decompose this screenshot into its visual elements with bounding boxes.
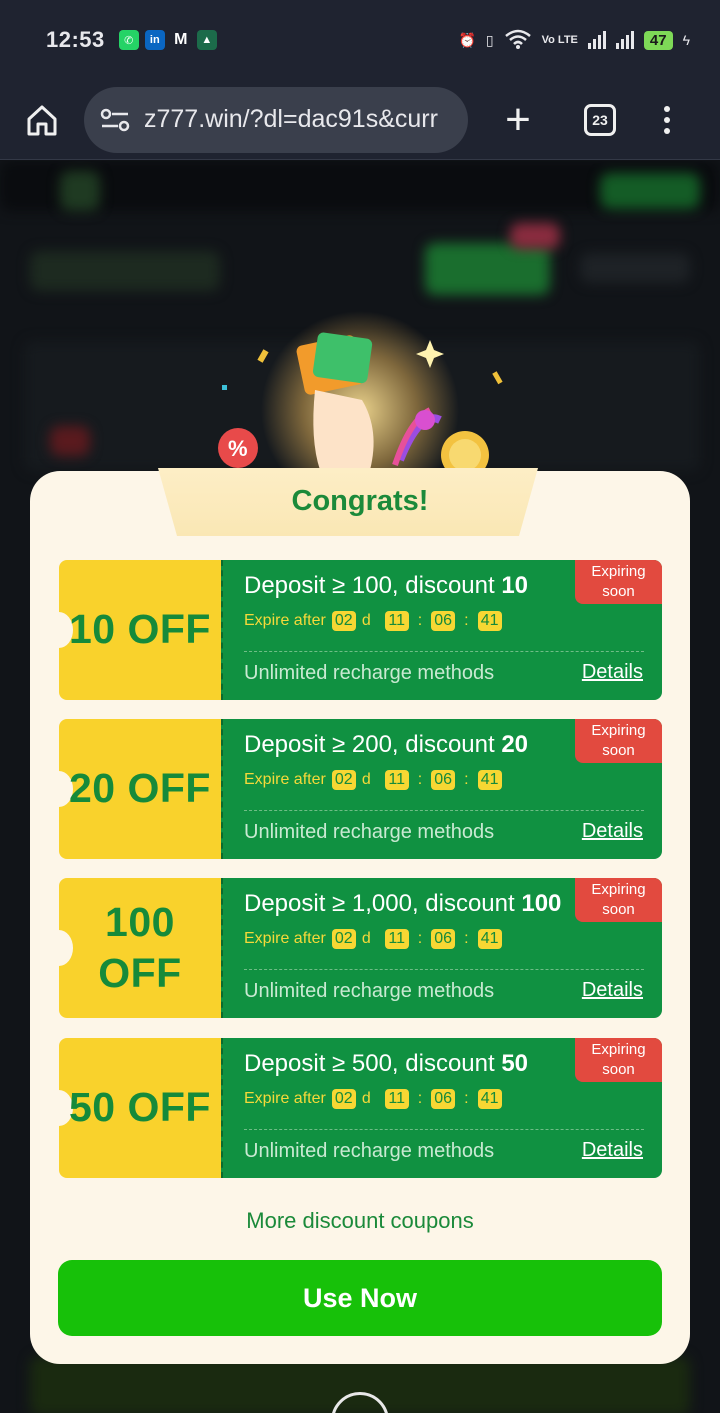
status-time: 12:53	[46, 27, 105, 52]
expiry-minutes: 06	[431, 1089, 456, 1109]
expiring-soon-badge: Expiring soon	[575, 719, 662, 763]
coupon-modal: Congrats! 10 OFF Deposit ≥ 100, discount…	[30, 468, 690, 1364]
expiry-minutes: 06	[431, 929, 456, 949]
coupon-amount-panel: 10 OFF	[45, 560, 221, 700]
coupon-amount-panel: 20 OFF	[45, 719, 221, 859]
site-settings-icon[interactable]	[100, 108, 130, 132]
coupon-amount-panel: 50 OFF	[45, 1038, 221, 1178]
expiry-days: 02	[331, 611, 356, 631]
signal-icon	[587, 31, 606, 49]
expiring-soon-badge: Expiring soon	[575, 878, 662, 922]
gmail-icon: M	[174, 31, 188, 48]
coupon-title: Deposit ≥ 500, discount 50	[244, 1050, 529, 1077]
coupon-amount: 50 OFF	[69, 1084, 211, 1131]
coupon-methods: Unlimited recharge methods	[244, 980, 495, 1002]
expiry-minutes: 06	[431, 770, 456, 790]
coupon-card[interactable]: 10 OFF Deposit ≥ 100, discount 10 Expire…	[45, 560, 662, 700]
battery-indicator: 47	[643, 30, 673, 50]
coupon-expiry: Expire after 02 d 11: 06: 41	[244, 1089, 508, 1109]
coupon-details-link[interactable]: Details	[582, 979, 643, 1002]
expiry-hours: 11	[384, 611, 409, 631]
wifi-icon	[504, 28, 532, 53]
coupon-methods: Unlimited recharge methods	[244, 1140, 495, 1162]
address-bar[interactable]: z777.win/?dl=dac91s&curr	[84, 86, 468, 153]
expiry-seconds: 41	[477, 770, 502, 790]
use-now-button[interactable]: Use Now	[58, 1260, 662, 1336]
coupon-title: Deposit ≥ 100, discount 10	[244, 572, 529, 599]
url-text: z777.win/?dl=dac91s&curr	[144, 105, 438, 133]
coupon-details-link[interactable]: Details	[582, 661, 643, 684]
expiry-hours: 11	[384, 770, 409, 790]
more-coupons-link[interactable]: More discount coupons	[30, 1208, 690, 1234]
tab-switcher-button[interactable]: 23	[584, 103, 616, 136]
coupon-details-link[interactable]: Details	[582, 820, 643, 843]
whatsapp-icon: ✆	[118, 30, 139, 50]
coupon-amount: 10 OFF	[69, 606, 211, 653]
expiry-days: 02	[331, 770, 356, 790]
alarm-icon: ⏰	[458, 31, 476, 48]
hero-illustration: %	[150, 310, 570, 510]
browser-menu-button[interactable]	[664, 105, 670, 134]
app-notification-icon: ▲	[196, 30, 217, 50]
coupon-expiry: Expire after 02 d 11: 06: 41	[244, 770, 508, 790]
expiring-soon-badge: Expiring soon	[575, 1038, 662, 1082]
notification-icons: ✆ in M ▲	[118, 30, 217, 50]
gift-hand-icon: %	[218, 332, 503, 479]
charging-icon: ϟ	[682, 32, 690, 48]
status-bar: 12:53 ✆ in M ▲ ⏰ ▯ Vo LTE 47 ϟ	[0, 0, 720, 80]
svg-text:%: %	[228, 436, 248, 461]
modal-title: Congrats!	[291, 485, 429, 517]
linkedin-icon: in	[144, 30, 165, 50]
expiry-days: 02	[331, 929, 356, 949]
expiry-hours: 11	[384, 1089, 409, 1109]
expiring-soon-badge: Expiring soon	[575, 560, 662, 604]
browser-toolbar: z777.win/?dl=dac91s&curr + 23	[0, 80, 720, 160]
coupon-amount: 20 OFF	[69, 765, 211, 812]
coupon-title: Deposit ≥ 200, discount 20	[244, 731, 529, 758]
coupon-details-link[interactable]: Details	[582, 1139, 643, 1162]
expiry-seconds: 41	[477, 611, 502, 631]
vibrate-icon: ▯	[485, 31, 494, 48]
coupon-card[interactable]: 100 OFF Deposit ≥ 1,000, discount 100 Ex…	[45, 878, 662, 1018]
volte-label: Vo LTE	[541, 33, 578, 46]
coupon-expiry: Expire after 02 d 11: 06: 41	[244, 611, 508, 631]
coupon-amount-panel: 100 OFF	[45, 878, 221, 1018]
home-icon	[27, 105, 57, 135]
expiry-days: 02	[331, 1089, 356, 1109]
new-tab-button[interactable]: +	[498, 97, 538, 142]
coupon-card[interactable]: 50 OFF Deposit ≥ 500, discount 50 Expire…	[45, 1038, 662, 1178]
coupon-title: Deposit ≥ 1,000, discount 100	[244, 890, 562, 917]
coupon-amount: 100 OFF	[98, 898, 182, 996]
coupon-methods: Unlimited recharge methods	[244, 821, 495, 843]
coupon-expiry: Expire after 02 d 11: 06: 41	[244, 929, 508, 949]
signal-icon-2	[615, 31, 634, 49]
expiry-seconds: 41	[477, 1089, 502, 1109]
expiry-seconds: 41	[477, 929, 502, 949]
expiry-minutes: 06	[431, 611, 456, 631]
status-right: ⏰ ▯ Vo LTE 47 ϟ	[458, 28, 690, 53]
coupon-methods: Unlimited recharge methods	[244, 662, 495, 684]
home-button[interactable]	[22, 100, 62, 140]
expiry-hours: 11	[384, 929, 409, 949]
coupon-card[interactable]: 20 OFF Deposit ≥ 200, discount 20 Expire…	[45, 719, 662, 859]
